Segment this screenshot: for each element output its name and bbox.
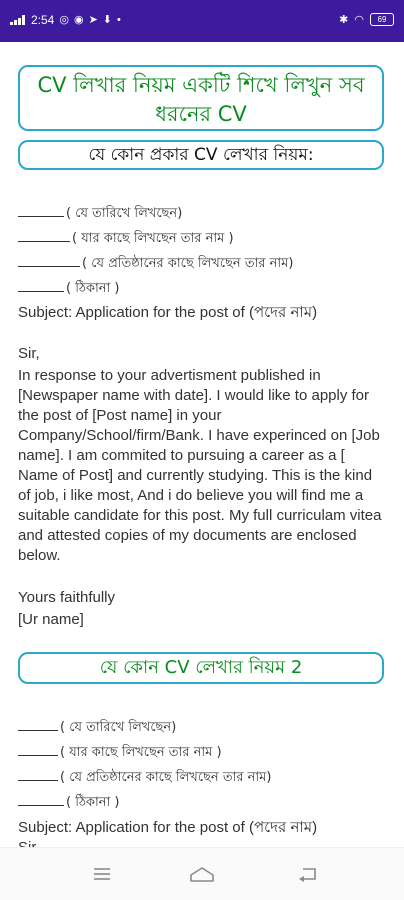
letter2-recipient-line: ( যার কাছে লিখছেন তার নাম ) xyxy=(18,743,222,764)
letter2-date: ( যে তারিখে লিখছেন) xyxy=(60,720,177,735)
letter1-date-line: ( যে তারিখে লিখছেন) xyxy=(18,204,182,225)
letter2-org: ( যে প্রতিষ্ঠানের কাছে লিখছেন তার নাম) xyxy=(60,770,272,785)
letter1-name: [Ur name] xyxy=(18,611,84,628)
back-button[interactable] xyxy=(288,862,328,886)
status-right: ✱ ◠ 69 xyxy=(339,13,394,26)
blank xyxy=(18,793,64,806)
battery-icon: 69 xyxy=(370,13,394,26)
bluetooth-icon: ✱ xyxy=(339,13,349,26)
letter1-salutation: Sir, xyxy=(18,345,40,362)
letter1-recipient: ( যার কাছে লিখছেন তার নাম ) xyxy=(72,231,234,246)
blank xyxy=(18,254,80,267)
status-bar: 2:54 ◎ ◉ ➤ ⬇ • ✱ ◠ 69 xyxy=(0,0,404,42)
letter2-recipient: ( যার কাছে লিখছেন তার নাম ) xyxy=(60,745,222,760)
letter1-org: ( যে প্রতিষ্ঠানের কাছে লিখছেন তার নাম) xyxy=(82,256,294,271)
letter1-org-line: ( যে প্রতিষ্ঠানের কাছে লিখছেন তার নাম) xyxy=(18,254,293,275)
blank xyxy=(18,279,64,292)
telegram-icon: ➤ xyxy=(88,14,98,26)
blank xyxy=(18,743,58,756)
letter2-address-line: ( ঠিকানা ) xyxy=(18,793,119,814)
letter1-date: ( যে তারিখে লিখছেন) xyxy=(66,206,183,221)
blank xyxy=(18,204,64,217)
recent-apps-button[interactable] xyxy=(82,862,122,886)
letter1-subject: Subject: Application for the post of (পদ… xyxy=(18,304,318,321)
home-button[interactable] xyxy=(182,862,222,886)
recent-apps-icon xyxy=(94,868,110,880)
section-title-2: যে কোন CV লেখার নিয়ম 2 xyxy=(18,652,384,684)
status-left: 2:54 ◎ ◉ ➤ ⬇ • xyxy=(10,13,121,27)
clock: 2:54 xyxy=(31,13,55,27)
content-scroll[interactable]: CV লিখার নিয়ম একটি শিখে লিখুন সব ধরনের … xyxy=(0,42,404,848)
letter1-closing: Yours faithfully xyxy=(18,589,116,606)
messenger-icon: ◉ xyxy=(73,14,84,26)
blank xyxy=(18,718,58,731)
section-title-1: যে কোন প্রকার CV লেখার নিয়ম: xyxy=(18,140,384,170)
data-saver-icon: ◎ xyxy=(59,14,69,26)
letter1-body: In response to your advertisment publish… xyxy=(18,367,382,564)
back-icon xyxy=(299,868,316,882)
more-dot-icon: • xyxy=(117,14,121,26)
letter1-address: ( ঠিকানা ) xyxy=(66,281,120,296)
navigation-bar xyxy=(0,847,404,900)
letter2-date-line: ( যে তারিখে লিখছেন) xyxy=(18,718,176,739)
blank xyxy=(18,768,58,781)
blank xyxy=(18,229,70,242)
letter2-org-line: ( যে প্রতিষ্ঠানের কাছে লিখছেন তার নাম) xyxy=(18,768,271,789)
home-icon xyxy=(190,867,214,882)
letter2-address: ( ঠিকানা ) xyxy=(66,795,120,810)
letter1-address-line: ( ঠিকানা ) xyxy=(18,279,119,300)
download-icon: ⬇ xyxy=(102,14,113,26)
letter1-recipient-line: ( যার কাছে লিখছেন তার নাম ) xyxy=(18,229,234,250)
main-title: CV লিখার নিয়ম একটি শিখে লিখুন সব ধরনের … xyxy=(18,65,384,131)
signal-icon xyxy=(10,15,26,25)
wifi-icon: ◠ xyxy=(354,13,364,26)
